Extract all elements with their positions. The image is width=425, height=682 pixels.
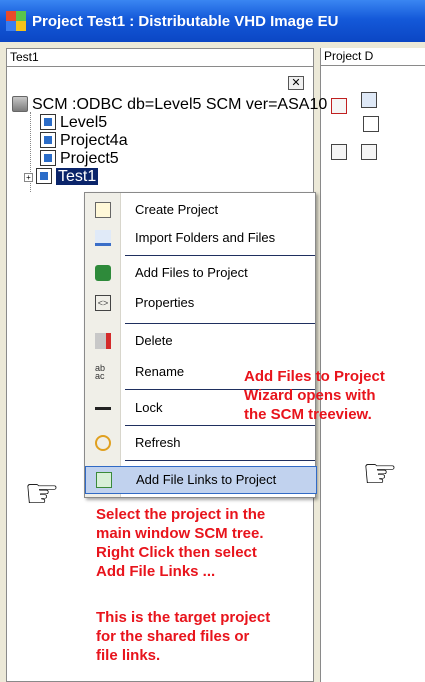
menu-item-properties[interactable]: <> Properties xyxy=(85,290,317,316)
import-icon xyxy=(95,230,111,246)
tree-root-label: SCM :ODBC db=Level5 SCM ver=ASA10 xyxy=(32,96,328,113)
project-icon xyxy=(40,114,56,130)
menu-item-label: Lock xyxy=(135,400,163,415)
project-icon xyxy=(40,132,56,148)
properties-icon: <> xyxy=(95,295,111,311)
menu-item-label: Rename xyxy=(135,364,185,379)
app-icon xyxy=(6,11,26,31)
menu-separator xyxy=(125,460,315,461)
menu-item-label: Properties xyxy=(135,295,195,310)
database-icon[interactable] xyxy=(331,144,347,160)
rename-icon: ab ac xyxy=(95,363,106,381)
tree-item-level5[interactable]: Level5 xyxy=(40,114,107,132)
tree-item-project5[interactable]: Project5 xyxy=(40,150,119,168)
target-note-line-2: for the shared files or xyxy=(96,628,250,645)
database-icon xyxy=(12,96,28,112)
window-title: Project Test1 : Distributable VHD Image … xyxy=(32,12,339,30)
tree-item-label: Level5 xyxy=(60,114,108,131)
menu-item-import-folders[interactable]: Import Folders and Files xyxy=(85,225,317,251)
lock-icon xyxy=(95,407,111,410)
project-icon xyxy=(36,168,52,184)
refresh-icon xyxy=(95,435,111,451)
document-icon[interactable] xyxy=(331,98,347,114)
context-menu: Create Project Import Folders and Files … xyxy=(84,192,317,498)
create-project-icon xyxy=(95,202,111,218)
menu-item-label: Add Files to Project xyxy=(135,265,248,280)
delete-icon xyxy=(95,333,111,349)
right-pane: Project D xyxy=(320,48,425,682)
select-note-line-3: Right Click then select xyxy=(96,544,257,561)
select-note-line-4: Add File Links ... xyxy=(96,563,216,580)
title-bar[interactable]: Project Test1 : Distributable VHD Image … xyxy=(0,0,425,42)
wizard-note-line-2: Wizard opens with xyxy=(244,387,376,404)
tree-item-label: Project4a xyxy=(60,132,128,149)
menu-separator xyxy=(125,323,315,324)
tree-item-project4a[interactable]: Project4a xyxy=(40,132,128,150)
menu-item-label: Delete xyxy=(135,333,173,348)
menu-item-delete[interactable]: Delete xyxy=(85,328,317,354)
target-note-line-3: file links. xyxy=(96,647,161,664)
expand-icon[interactable]: + xyxy=(24,173,33,182)
right-pane-header: Project D xyxy=(321,48,425,66)
menu-item-refresh[interactable]: Refresh xyxy=(85,430,317,456)
wizard-note-line-1: Add Files to Project xyxy=(244,368,385,385)
pointing-hand-icon: ☞ xyxy=(24,472,60,516)
project-icon xyxy=(40,150,56,166)
tree-item-test1[interactable]: + Test1 xyxy=(24,168,99,186)
tree-item-label: Project5 xyxy=(60,150,119,167)
menu-item-label: Import Folders and Files xyxy=(135,230,276,245)
library-icon[interactable] xyxy=(361,144,377,160)
menu-item-add-files[interactable]: Add Files to Project xyxy=(85,260,317,286)
menu-item-label: Add File Links to Project xyxy=(136,472,277,487)
menu-separator xyxy=(125,425,315,426)
menu-item-label: Create Project xyxy=(135,202,219,217)
select-note-line-2: main window SCM tree. xyxy=(96,525,264,542)
close-pane-button[interactable]: ✕ xyxy=(288,76,304,90)
left-pane-header: Test1 xyxy=(7,49,313,67)
folder-icon[interactable] xyxy=(363,116,379,132)
network-icon[interactable] xyxy=(361,92,377,108)
target-note-line-1: This is the target project xyxy=(96,609,271,626)
add-file-links-icon xyxy=(96,472,112,488)
select-note-line-1: Select the project in the xyxy=(96,506,266,523)
menu-item-label: Refresh xyxy=(135,435,181,450)
tree-root[interactable]: SCM :ODBC db=Level5 SCM ver=ASA10 xyxy=(12,96,327,114)
add-files-icon xyxy=(95,265,111,281)
wizard-note-line-3: the SCM treeview. xyxy=(244,406,372,423)
pointing-hand-icon: ☞ xyxy=(362,452,398,496)
tree-item-label: Test1 xyxy=(56,168,99,185)
menu-item-create-project[interactable]: Create Project xyxy=(85,197,317,223)
menu-separator xyxy=(125,255,315,256)
menu-item-add-file-links[interactable]: Add File Links to Project xyxy=(85,466,317,494)
